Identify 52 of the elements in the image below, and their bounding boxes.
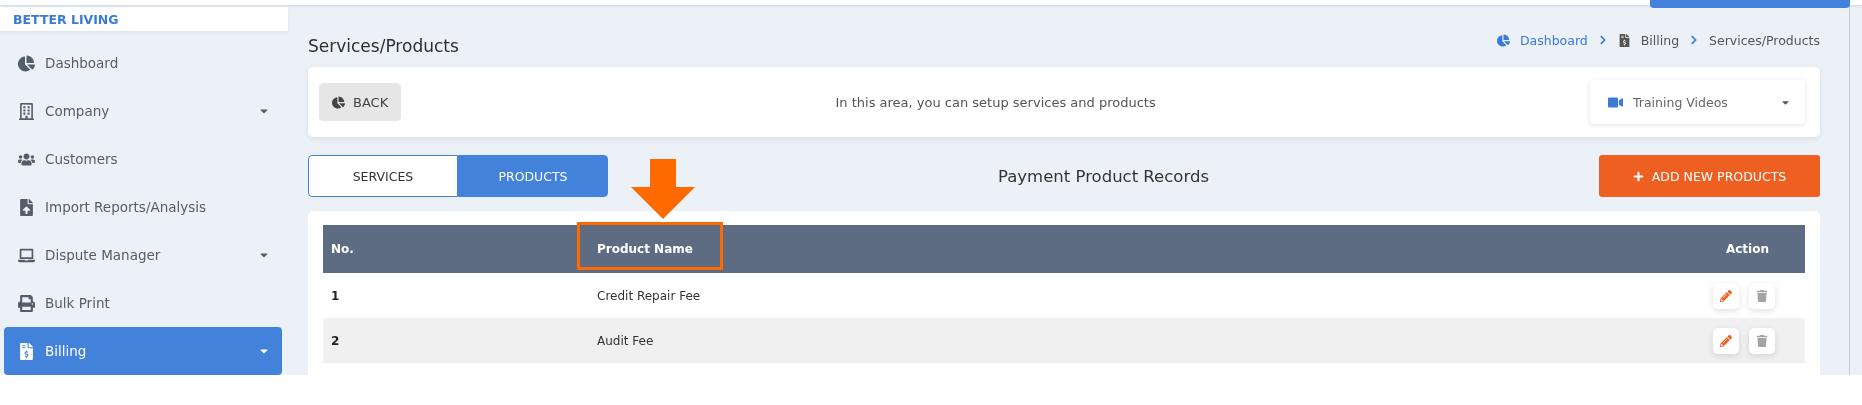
trash-icon xyxy=(1756,334,1768,347)
breadcrumb-link[interactable]: Dashboard xyxy=(1519,32,1588,48)
table-cell: Credit Repair Fee xyxy=(589,273,1641,318)
back-button[interactable]: BACK xyxy=(319,83,402,121)
sidebar-label: Bulk Print xyxy=(45,295,111,311)
file-upload-icon xyxy=(18,198,35,216)
document-icon xyxy=(1617,33,1631,47)
delete-button[interactable] xyxy=(1749,327,1775,354)
delete-button[interactable] xyxy=(1749,282,1775,309)
sidebar-label: Billing xyxy=(45,343,88,359)
table-cell: Audit Fee xyxy=(589,318,1641,363)
sidebar-label: Company xyxy=(45,103,111,119)
brand-name: BETTER LIVING xyxy=(0,7,288,31)
laptop-icon xyxy=(18,246,35,264)
breadcrumb-item: Services/Products xyxy=(1709,32,1820,48)
info-message: In this area, you can setup services and products xyxy=(834,94,1157,110)
column-header: No. xyxy=(323,225,589,273)
sidebar-label: Dispute Manager xyxy=(45,247,162,263)
plus-icon xyxy=(1632,170,1644,182)
tab[interactable]: PRODUCTS xyxy=(458,155,608,197)
trash-icon xyxy=(1756,289,1768,302)
edit-button[interactable] xyxy=(1713,282,1739,309)
training-videos-dropdown[interactable]: Training Videos xyxy=(1590,80,1805,124)
pencil-icon xyxy=(1720,289,1732,302)
column-header: Action xyxy=(1641,225,1805,273)
sidebar-label: Customers xyxy=(45,151,119,167)
pie-chart-icon xyxy=(1496,33,1510,47)
sidebar-item[interactable]: Import Reports/Analysis xyxy=(4,183,282,231)
sidebar-item[interactable]: Dispute Manager xyxy=(4,231,282,279)
edit-button[interactable] xyxy=(1713,327,1739,354)
pie-chart-icon xyxy=(332,95,345,109)
breadcrumb-item: Billing xyxy=(1640,32,1680,48)
sidebar-item[interactable]: Dashboard xyxy=(4,39,282,87)
sidebar-label: Import Reports/Analysis xyxy=(45,199,208,215)
sidebar-item[interactable]: Company xyxy=(4,87,282,135)
document-icon xyxy=(18,342,35,360)
table-cell: 1 xyxy=(323,273,589,318)
pencil-icon xyxy=(1720,334,1732,347)
tab[interactable]: SERVICES xyxy=(308,155,458,197)
section-title: Payment Product Records xyxy=(997,166,1210,186)
sidebar-item[interactable]: Customers xyxy=(4,135,282,183)
sidebar-item[interactable]: Bulk Print xyxy=(4,279,282,327)
printer-icon xyxy=(18,294,35,312)
annotation-arrow xyxy=(631,159,695,219)
building-icon xyxy=(18,102,35,120)
pie-chart-icon xyxy=(18,54,35,72)
sidebar-item[interactable]: Billing xyxy=(4,327,282,375)
add-products-button[interactable]: ADD NEW PRODUCTS xyxy=(1599,155,1820,197)
page-title: Services/Products xyxy=(308,36,459,56)
table-cell: 2 xyxy=(323,318,589,363)
sidebar-label: Dashboard xyxy=(45,55,120,71)
chevron-right-icon xyxy=(1597,35,1608,45)
